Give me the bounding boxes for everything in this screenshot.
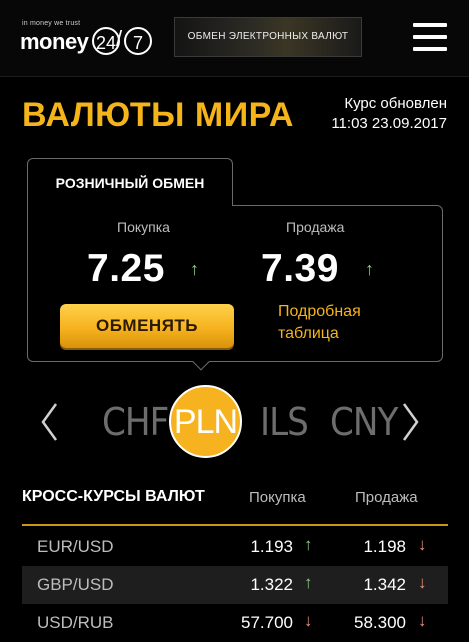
page-title: ВАЛЮТЫ МИРА xyxy=(22,96,294,134)
cross-rates-buy-header: Покупка xyxy=(249,489,306,506)
table-row: EUR/USD 1.193 ↑ 1.198 ↓ xyxy=(22,528,448,566)
currency-cny[interactable]: CNY xyxy=(330,400,398,444)
rate-updated: Курс обновлен 11:03 23.09.2017 xyxy=(331,94,447,134)
buy-trend-up-icon: ↑ xyxy=(190,259,199,279)
chevron-right-icon[interactable] xyxy=(402,402,420,442)
sell-trend-up-icon: ↑ xyxy=(365,259,374,279)
rate-updated-label: Курс обновлен xyxy=(344,95,447,112)
logo-word: money xyxy=(20,29,89,54)
sell-label: Продажа xyxy=(286,219,345,235)
detailed-table-link-line1: Подробная xyxy=(278,303,361,320)
buy-rate-value: 7.25 xyxy=(87,247,165,290)
hamburger-line xyxy=(413,23,447,27)
buy-label: Покупка xyxy=(117,219,170,235)
table-row: GBP/USD 1.322 ↑ 1.342 ↓ xyxy=(22,566,448,604)
currency-chf[interactable]: CHF xyxy=(102,400,169,444)
trend-down-icon: ↓ xyxy=(304,611,313,630)
logo[interactable]: in money we trust money 24 / 7 xyxy=(20,20,152,60)
trend-up-icon: ↑ xyxy=(304,573,313,592)
rate-updated-datetime: 11:03 23.09.2017 xyxy=(331,115,447,132)
exchange-electronic-currencies-button[interactable]: ОБМЕН ЭЛЕКТРОННЫХ ВАЛЮТ xyxy=(174,17,362,57)
pair-label: USD/RUB xyxy=(37,613,114,632)
chevron-left-icon[interactable] xyxy=(40,402,58,442)
detailed-table-link-line2: таблица xyxy=(278,325,339,342)
detailed-table-link[interactable]: Подробная таблица xyxy=(278,301,361,345)
hamburger-line xyxy=(413,35,447,39)
buy-value: 57.700 xyxy=(241,613,293,632)
sell-value: 58.300 xyxy=(354,613,406,632)
trend-down-icon: ↓ xyxy=(418,535,427,554)
pair-label: GBP/USD xyxy=(37,575,114,594)
table-row: USD/RUB 57.700 ↓ 58.300 ↓ xyxy=(22,604,448,642)
cross-rates-title: КРОСС-КУРСЫ ВАЛЮТ xyxy=(22,488,205,505)
currency-pln-active[interactable]: PLN xyxy=(169,385,242,458)
sell-value: 1.342 xyxy=(363,575,406,594)
buy-value: 1.322 xyxy=(250,575,293,594)
logo-tagline: in money we trust xyxy=(22,20,81,27)
sell-value: 1.198 xyxy=(363,537,406,556)
hamburger-line xyxy=(413,47,447,51)
sell-rate-value: 7.39 xyxy=(261,247,339,290)
tab-retail-exchange[interactable]: РОЗНИЧНЫЙ ОБМЕН xyxy=(27,158,233,206)
divider xyxy=(22,524,448,526)
currency-ils[interactable]: ILS xyxy=(260,400,309,444)
buy-value: 1.193 xyxy=(250,537,293,556)
trend-down-icon: ↓ xyxy=(418,611,427,630)
exchange-button[interactable]: ОБМЕНЯТЬ xyxy=(60,304,234,348)
pair-label: EUR/USD xyxy=(37,537,114,556)
trend-up-icon: ↑ xyxy=(304,535,313,554)
top-header: in money we trust money 24 / 7 ОБМЕН ЭЛЕ… xyxy=(0,0,469,77)
hamburger-icon[interactable] xyxy=(413,23,447,51)
trend-down-icon: ↓ xyxy=(418,573,427,592)
logo-slash: / xyxy=(116,26,123,51)
logo-number-7: 7 xyxy=(124,27,152,55)
cross-rates-sell-header: Продажа xyxy=(355,489,418,506)
